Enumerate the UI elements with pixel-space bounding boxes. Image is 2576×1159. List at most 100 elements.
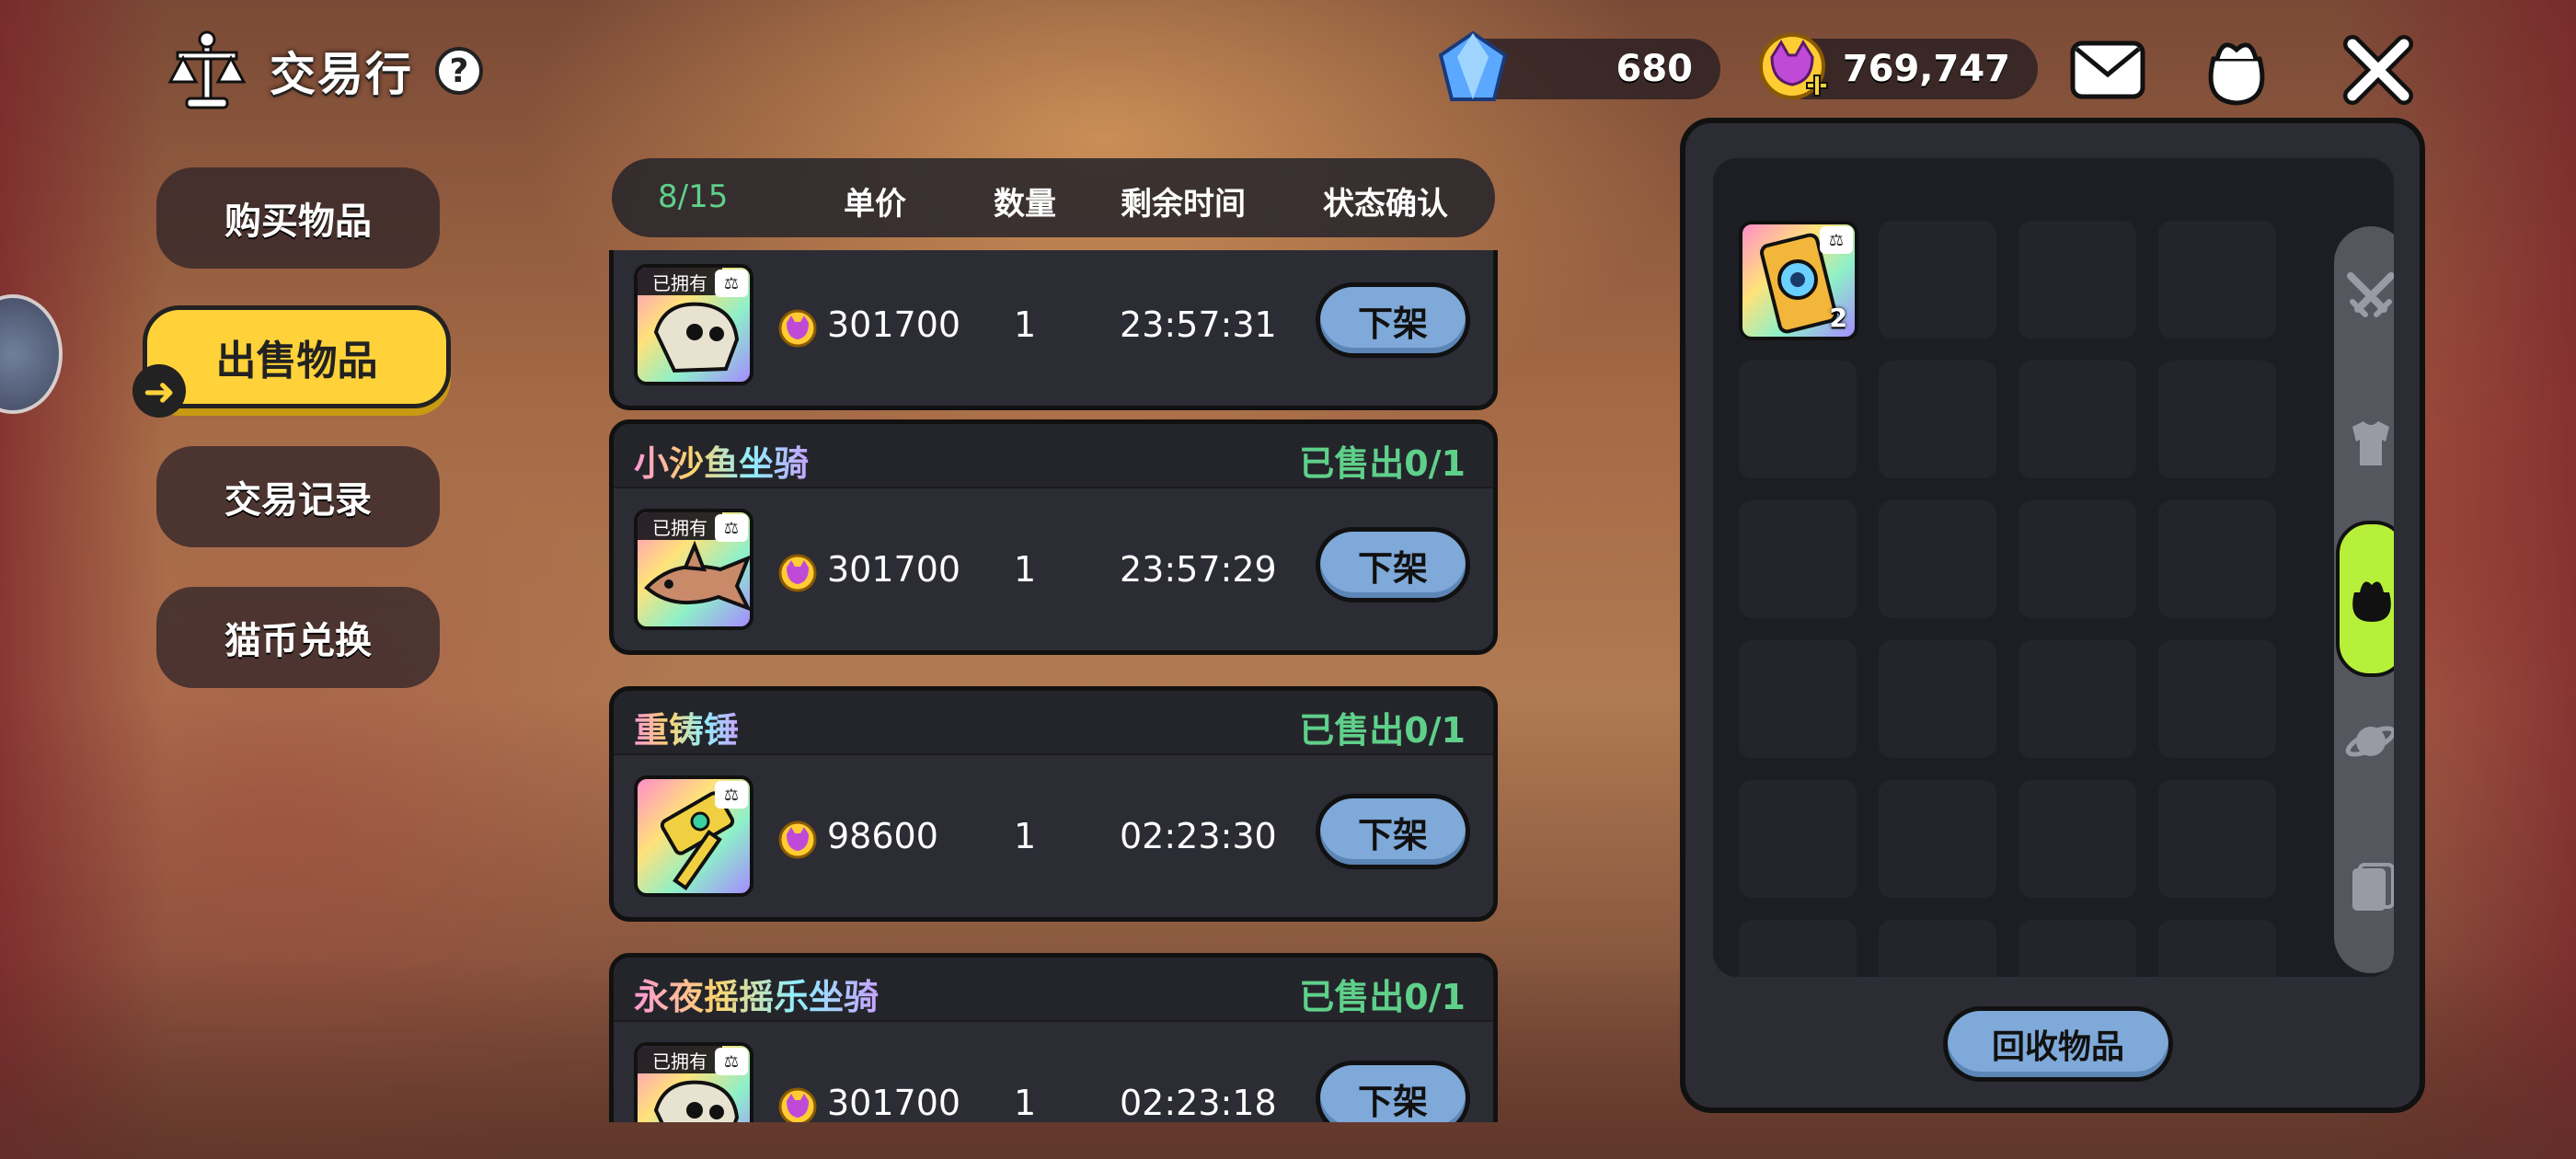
item-count: 2 bbox=[1829, 303, 1847, 333]
header-unit-price: 单价 bbox=[844, 186, 906, 223]
gem-counter: 680 bbox=[1438, 30, 1720, 101]
inventory-slot[interactable] bbox=[1739, 920, 1857, 977]
tab-trade-history[interactable]: 交易记录 bbox=[156, 446, 440, 547]
listing-price: 301700 bbox=[827, 304, 961, 345]
category-cards-button[interactable] bbox=[2343, 861, 2394, 916]
trade-lock-icon: ⚖ bbox=[1820, 226, 1853, 254]
listing-title-bar: 重铸锤 已售出0/1 bbox=[614, 691, 1493, 755]
inventory-slot[interactable] bbox=[2018, 640, 2136, 758]
category-rail bbox=[2334, 226, 2394, 973]
recycle-items-button[interactable]: 回收物品 bbox=[1943, 1006, 2173, 1082]
listing-sold-status: 已售出0/1 bbox=[1299, 977, 1466, 1017]
listing-name: 重铸锤 bbox=[634, 702, 739, 752]
category-weapons-button[interactable] bbox=[2343, 269, 2394, 324]
listing-title-bar: 小沙鱼坐骑 已售出0/1 bbox=[614, 424, 1493, 488]
owned-tag: 已拥有 bbox=[638, 268, 722, 295]
close-icon bbox=[2343, 35, 2413, 105]
arrow-right-icon: ➜ bbox=[132, 364, 186, 418]
trade-lock-icon: ⚖ bbox=[715, 514, 748, 542]
cat-coin-counter[interactable]: 769,747 bbox=[1759, 33, 2038, 99]
trade-lock-icon: ⚖ bbox=[715, 781, 748, 809]
skeleton-mount-icon[interactable]: 已拥有 ⚖ bbox=[634, 264, 753, 385]
cat-coin-icon bbox=[1759, 33, 1828, 99]
inventory-slot[interactable] bbox=[2158, 500, 2276, 618]
bag-icon bbox=[2352, 581, 2391, 622]
crossed-swords-icon bbox=[2347, 272, 2394, 317]
owned-tag: 已拥有 bbox=[638, 1046, 722, 1073]
listing-quantity: 1 bbox=[1014, 549, 1037, 590]
close-button[interactable] bbox=[2337, 31, 2420, 109]
gem-amount: 680 bbox=[1616, 48, 1694, 90]
inventory-item-ticket[interactable]: ⚖ 2 bbox=[1739, 221, 1858, 340]
listing-time-left: 23:57:29 bbox=[1120, 549, 1277, 590]
inventory-slot[interactable] bbox=[1879, 221, 1996, 339]
inventory-slot[interactable] bbox=[2158, 780, 2276, 898]
tab-cat-coin-exchange[interactable]: 猫币兑换 bbox=[156, 587, 440, 688]
unlist-button[interactable]: 下架 bbox=[1316, 794, 1470, 869]
listing-time-left: 02:23:18 bbox=[1120, 1083, 1277, 1122]
inventory-slot[interactable] bbox=[2158, 361, 2276, 478]
listing-name: 小沙鱼坐骑 bbox=[634, 435, 809, 486]
listing-sold-status: 已售出0/1 bbox=[1299, 443, 1466, 484]
inventory-slot[interactable] bbox=[1879, 640, 1996, 758]
inventory-slot[interactable] bbox=[1879, 920, 1996, 977]
listing-scroll-area[interactable]: 已拥有 ⚖ 301700 1 23:57:31 下架 小沙鱼坐骑 已售出0/1 bbox=[607, 250, 1500, 1122]
help-icon[interactable]: ? bbox=[435, 47, 483, 95]
inventory-slot[interactable] bbox=[1879, 780, 1996, 898]
card-icon bbox=[2352, 863, 2394, 911]
listing-card: 重铸锤 已售出0/1 ⚖ 98600 1 02:23:30 下架 bbox=[609, 686, 1498, 922]
header-quantity: 数量 bbox=[994, 186, 1056, 223]
mail-icon bbox=[2070, 40, 2145, 99]
inventory-slot[interactable] bbox=[1879, 361, 1996, 478]
cat-coin-icon bbox=[778, 1087, 817, 1122]
trade-lock-icon: ⚖ bbox=[715, 1048, 748, 1075]
inventory-slot[interactable] bbox=[1739, 640, 1857, 758]
inventory-slot[interactable] bbox=[2158, 640, 2276, 758]
inventory-slot[interactable] bbox=[1739, 780, 1857, 898]
tab-sell-items[interactable]: 出售物品 bbox=[143, 305, 451, 408]
reforge-hammer-icon[interactable]: ⚖ bbox=[634, 775, 753, 897]
unlist-button[interactable]: 下架 bbox=[1316, 282, 1470, 358]
listing-card: 已拥有 ⚖ 301700 1 23:57:31 下架 bbox=[609, 250, 1498, 410]
listing-title-bar: 永夜摇摇乐坐骑 已售出0/1 bbox=[614, 958, 1493, 1022]
owned-tag: 已拥有 bbox=[638, 512, 722, 540]
inventory-slot[interactable] bbox=[1879, 500, 1996, 618]
trade-lock-icon: ⚖ bbox=[715, 270, 748, 297]
inventory-slot[interactable] bbox=[2018, 920, 2136, 977]
inventory-slot[interactable] bbox=[2018, 780, 2136, 898]
page-title-bar: 交易行 ? bbox=[161, 20, 483, 121]
bag-button[interactable] bbox=[2195, 31, 2278, 109]
category-planet-button[interactable] bbox=[2343, 714, 2394, 769]
unlist-button[interactable]: 下架 bbox=[1316, 1061, 1470, 1122]
cat-coin-icon bbox=[778, 309, 817, 348]
inventory-slot[interactable] bbox=[2018, 361, 2136, 478]
inventory-slot[interactable] bbox=[2158, 920, 2276, 977]
shark-mount-icon[interactable]: 已拥有 ⚖ bbox=[634, 509, 753, 630]
scale-icon bbox=[167, 30, 247, 109]
listing-price: 301700 bbox=[827, 1083, 961, 1122]
tab-buy-items[interactable]: 购买物品 bbox=[156, 167, 440, 269]
cat-coin-icon bbox=[778, 820, 817, 859]
category-bag-button[interactable] bbox=[2336, 521, 2394, 677]
inventory-slot[interactable] bbox=[2018, 221, 2136, 339]
page-title: 交易行 bbox=[270, 48, 413, 101]
inventory-panel: ⚖ 2 回收物品 bbox=[1680, 118, 2425, 1113]
inventory-slot[interactable] bbox=[2018, 500, 2136, 618]
unlist-button[interactable]: 下架 bbox=[1316, 527, 1470, 602]
listing-time-left: 02:23:30 bbox=[1120, 816, 1277, 856]
header-status: 状态确认 bbox=[1323, 186, 1448, 223]
eternal-night-mount-icon[interactable]: 已拥有 ⚖ bbox=[634, 1042, 753, 1122]
mail-button[interactable] bbox=[2066, 31, 2149, 109]
listing-header: 8/15 单价 数量 剩余时间 状态确认 bbox=[612, 158, 1495, 237]
listing-quantity: 1 bbox=[1014, 816, 1037, 856]
armor-icon bbox=[2352, 421, 2389, 465]
inventory-slot[interactable] bbox=[1739, 361, 1857, 478]
inventory-slot[interactable] bbox=[1739, 500, 1857, 618]
gem-icon bbox=[1438, 30, 1508, 101]
category-armor-button[interactable] bbox=[2343, 416, 2394, 471]
listing-time-left: 23:57:31 bbox=[1120, 304, 1277, 345]
inventory-grid[interactable]: ⚖ 2 bbox=[1713, 158, 2394, 977]
listing-quantity: 1 bbox=[1014, 304, 1037, 345]
inventory-slot[interactable] bbox=[2158, 221, 2276, 339]
cat-coin-icon bbox=[778, 554, 817, 592]
